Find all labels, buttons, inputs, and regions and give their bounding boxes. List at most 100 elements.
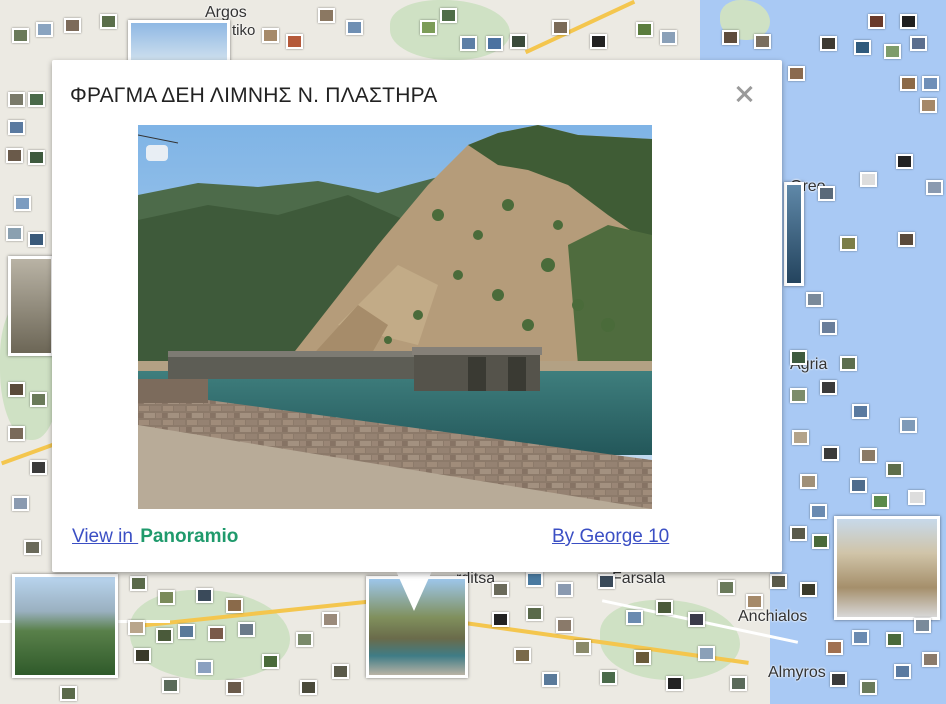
photo-marker[interactable] (826, 640, 843, 655)
photo-marker[interactable] (626, 610, 643, 625)
photo-marker[interactable] (300, 680, 317, 695)
photo-marker[interactable] (800, 474, 817, 489)
photo-marker[interactable] (134, 648, 151, 663)
photo-marker[interactable] (822, 446, 839, 461)
photo-marker[interactable] (920, 98, 937, 113)
photo-marker-large[interactable] (834, 516, 940, 620)
photo-marker[interactable] (162, 678, 179, 693)
photo-marker[interactable] (510, 34, 527, 49)
photo-marker[interactable] (600, 670, 617, 685)
photo-marker[interactable] (806, 292, 823, 307)
photo-marker[interactable] (860, 448, 877, 463)
photo-marker-large[interactable] (12, 574, 118, 678)
photo-marker[interactable] (526, 572, 543, 587)
photo-marker[interactable] (698, 646, 715, 661)
photo-marker-large[interactable] (128, 20, 230, 64)
photo-marker[interactable] (636, 22, 653, 37)
photo-marker[interactable] (840, 356, 857, 371)
photo-marker[interactable] (322, 612, 339, 627)
photo-marker[interactable] (100, 14, 117, 29)
photo-marker[interactable] (590, 34, 607, 49)
photo-marker[interactable] (922, 76, 939, 91)
photo-marker[interactable] (868, 14, 885, 29)
view-in-panoramio-link[interactable]: View in Panoramio (72, 526, 238, 548)
photo-marker[interactable] (178, 624, 195, 639)
photo-marker[interactable] (900, 418, 917, 433)
photo-marker[interactable] (898, 232, 915, 247)
photo-marker[interactable] (574, 640, 591, 655)
photo-marker[interactable] (296, 632, 313, 647)
photo-marker[interactable] (14, 196, 31, 211)
photo-marker[interactable] (12, 28, 29, 43)
photo-marker[interactable] (8, 382, 25, 397)
photo-marker[interactable] (908, 490, 925, 505)
photo-marker[interactable] (208, 626, 225, 641)
photo-marker[interactable] (8, 92, 25, 107)
photo-marker[interactable] (860, 172, 877, 187)
photo-marker[interactable] (840, 236, 857, 251)
photo-marker[interactable] (854, 40, 871, 55)
photo-marker[interactable] (28, 232, 45, 247)
photo-marker[interactable] (850, 478, 867, 493)
photo-marker[interactable] (158, 590, 175, 605)
photo-marker[interactable] (128, 620, 145, 635)
photo-marker[interactable] (660, 30, 677, 45)
photo-marker[interactable] (800, 582, 817, 597)
photo-marker[interactable] (226, 680, 243, 695)
photo-marker[interactable] (552, 20, 569, 35)
photo-marker[interactable] (30, 460, 47, 475)
photo-marker[interactable] (722, 30, 739, 45)
photo-marker[interactable] (514, 648, 531, 663)
photo-marker[interactable] (900, 76, 917, 91)
photo-marker[interactable] (770, 574, 787, 589)
photo-marker[interactable] (156, 628, 173, 643)
photo-marker[interactable] (346, 20, 363, 35)
photo-marker[interactable] (688, 612, 705, 627)
photo-marker[interactable] (12, 496, 29, 511)
photo-marker[interactable] (812, 534, 829, 549)
photo-marker[interactable] (790, 526, 807, 541)
photo-marker[interactable] (718, 580, 735, 595)
photo-marker[interactable] (28, 92, 45, 107)
photo-marker[interactable] (746, 594, 763, 609)
photo-marker[interactable] (896, 154, 913, 169)
photo-marker[interactable] (910, 36, 927, 51)
photo-marker[interactable] (24, 540, 41, 555)
photo-marker[interactable] (8, 120, 25, 135)
author-link[interactable]: By George 10 (552, 526, 669, 548)
photo-marker[interactable] (894, 664, 911, 679)
photo-marker[interactable] (810, 504, 827, 519)
photo-marker[interactable] (886, 462, 903, 477)
photo-marker[interactable] (790, 350, 807, 365)
photo-marker[interactable] (598, 574, 615, 589)
photo-marker[interactable] (526, 606, 543, 621)
photo-marker[interactable] (730, 676, 747, 691)
photo-marker[interactable] (238, 622, 255, 637)
photo-marker[interactable] (830, 672, 847, 687)
photo-marker[interactable] (196, 660, 213, 675)
photo-marker[interactable] (852, 630, 869, 645)
photo-marker[interactable] (286, 34, 303, 49)
photo-marker[interactable] (820, 380, 837, 395)
photo-marker[interactable] (36, 22, 53, 37)
photo-marker[interactable] (656, 600, 673, 615)
photo-marker[interactable] (914, 618, 931, 633)
photo-marker[interactable] (556, 618, 573, 633)
photo-marker[interactable] (926, 180, 943, 195)
photo-marker[interactable] (790, 388, 807, 403)
photo-marker[interactable] (852, 404, 869, 419)
photo-marker[interactable] (440, 8, 457, 23)
photo-marker[interactable] (6, 148, 23, 163)
photo-marker[interactable] (860, 680, 877, 695)
photo-marker[interactable] (792, 430, 809, 445)
photo-marker[interactable] (30, 392, 47, 407)
photo-marker[interactable] (872, 494, 889, 509)
photo-marker-large[interactable] (8, 256, 54, 356)
photo-marker[interactable] (886, 632, 903, 647)
photo-marker[interactable] (542, 672, 559, 687)
photo-marker[interactable] (666, 676, 683, 691)
photo-marker[interactable] (196, 588, 213, 603)
photo-marker[interactable] (900, 14, 917, 29)
photo-marker[interactable] (332, 664, 349, 679)
photo-image[interactable] (138, 125, 652, 509)
